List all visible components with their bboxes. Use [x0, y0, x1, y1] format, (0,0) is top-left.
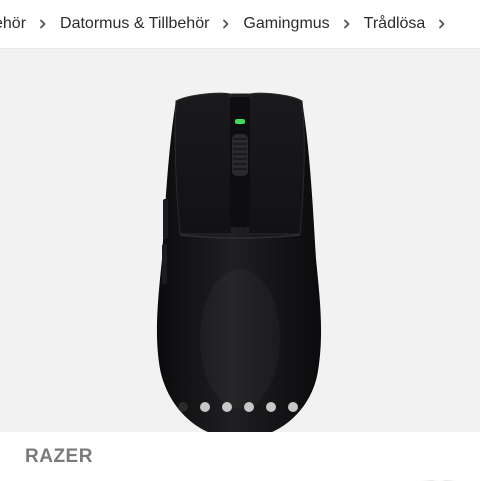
- breadcrumb-item-wireless[interactable]: Trådlösa: [364, 15, 426, 33]
- gallery-dot[interactable]: [266, 402, 276, 412]
- gallery-dot[interactable]: [178, 402, 188, 412]
- gallery-dot[interactable]: [200, 402, 210, 412]
- product-image-mouse[interactable]: [150, 89, 330, 449]
- product-image-gallery[interactable]: [0, 49, 480, 481]
- gallery-dot[interactable]: [288, 402, 298, 412]
- gallery-dot[interactable]: [222, 402, 232, 412]
- chevron-right-icon: [330, 19, 364, 29]
- breadcrumb-item-computer-mice[interactable]: Datormus & Tillbehör: [60, 15, 209, 33]
- gallery-pagination: [0, 402, 478, 412]
- gallery-dot[interactable]: [244, 402, 254, 412]
- chevron-right-icon: [209, 19, 243, 29]
- breadcrumb: ehör Datormus & Tillbehör Gamingmus Tråd…: [0, 0, 480, 49]
- chevron-right-icon: [425, 19, 459, 29]
- breadcrumb-item-accessories[interactable]: ehör: [0, 15, 26, 33]
- product-brand[interactable]: RAZER: [25, 446, 93, 468]
- chevron-right-icon: [26, 19, 60, 29]
- breadcrumb-item-gaming-mice[interactable]: Gamingmus: [243, 15, 329, 33]
